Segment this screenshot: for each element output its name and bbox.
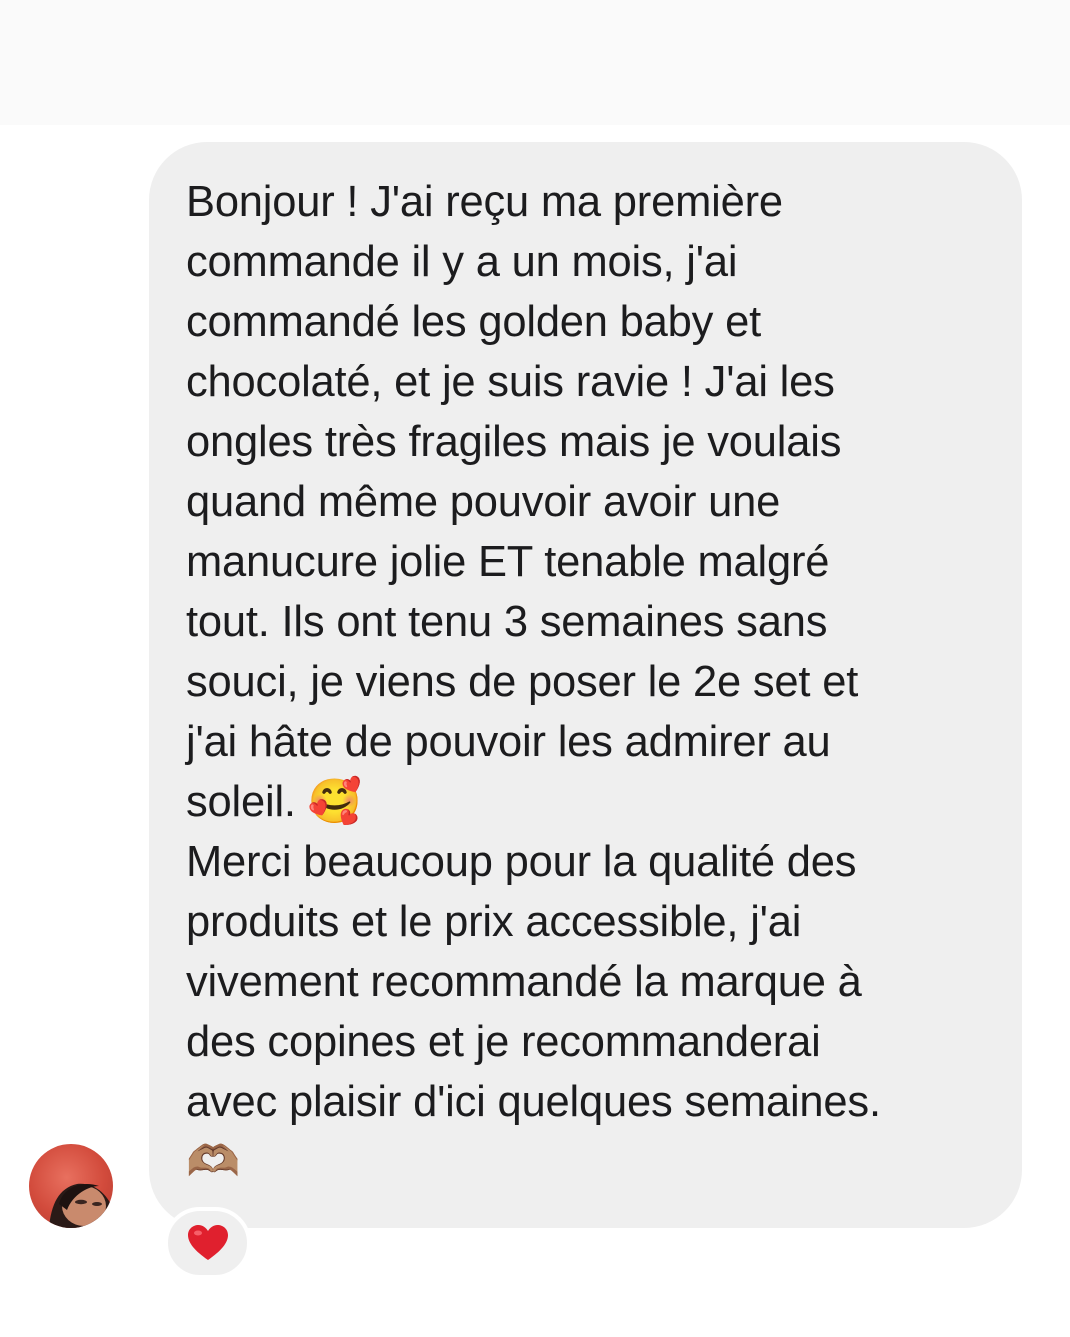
header-area: [0, 0, 1070, 125]
message-line: avec plaisir d'ici quelques semaines.: [186, 1078, 881, 1126]
sender-avatar[interactable]: [29, 1144, 113, 1228]
message-line: 🫶🏽: [186, 1138, 240, 1186]
message-line: commande il y a un mois, j'ai: [186, 238, 738, 286]
received-message-bubble[interactable]: Bonjour ! J'ai reçu ma première commande …: [149, 142, 1022, 1228]
message-line: tout. Ils ont tenu 3 semaines sans: [186, 598, 828, 646]
message-line: soleil. 🥰: [186, 778, 362, 826]
message-line: Merci beaucoup pour la qualité des: [186, 838, 857, 886]
heart-reaction[interactable]: [164, 1207, 251, 1279]
message-line: commandé les golden baby et: [186, 298, 761, 346]
red-heart-icon: [187, 1225, 228, 1260]
message-line: produits et le prix accessible, j'ai: [186, 898, 802, 946]
message-line: des copines et je recommanderai: [186, 1018, 821, 1066]
message-text: Bonjour ! J'ai reçu ma première commande …: [186, 172, 992, 1192]
message-line: vivement recommandé la marque à: [186, 958, 862, 1006]
message-line: quand même pouvoir avoir une: [186, 478, 781, 526]
message-line: j'ai hâte de pouvoir les admirer au: [186, 718, 831, 766]
message-line: souci, je viens de poser le 2e set et: [186, 658, 859, 706]
message-line: manucure jolie ET tenable malgré: [186, 538, 830, 586]
message-line: ongles très fragiles mais je voulais: [186, 418, 842, 466]
message-line: Bonjour ! J'ai reçu ma première: [186, 178, 783, 226]
message-line: chocolaté, et je suis ravie ! J'ai les: [186, 358, 835, 406]
avatar-photo: [49, 1183, 113, 1228]
